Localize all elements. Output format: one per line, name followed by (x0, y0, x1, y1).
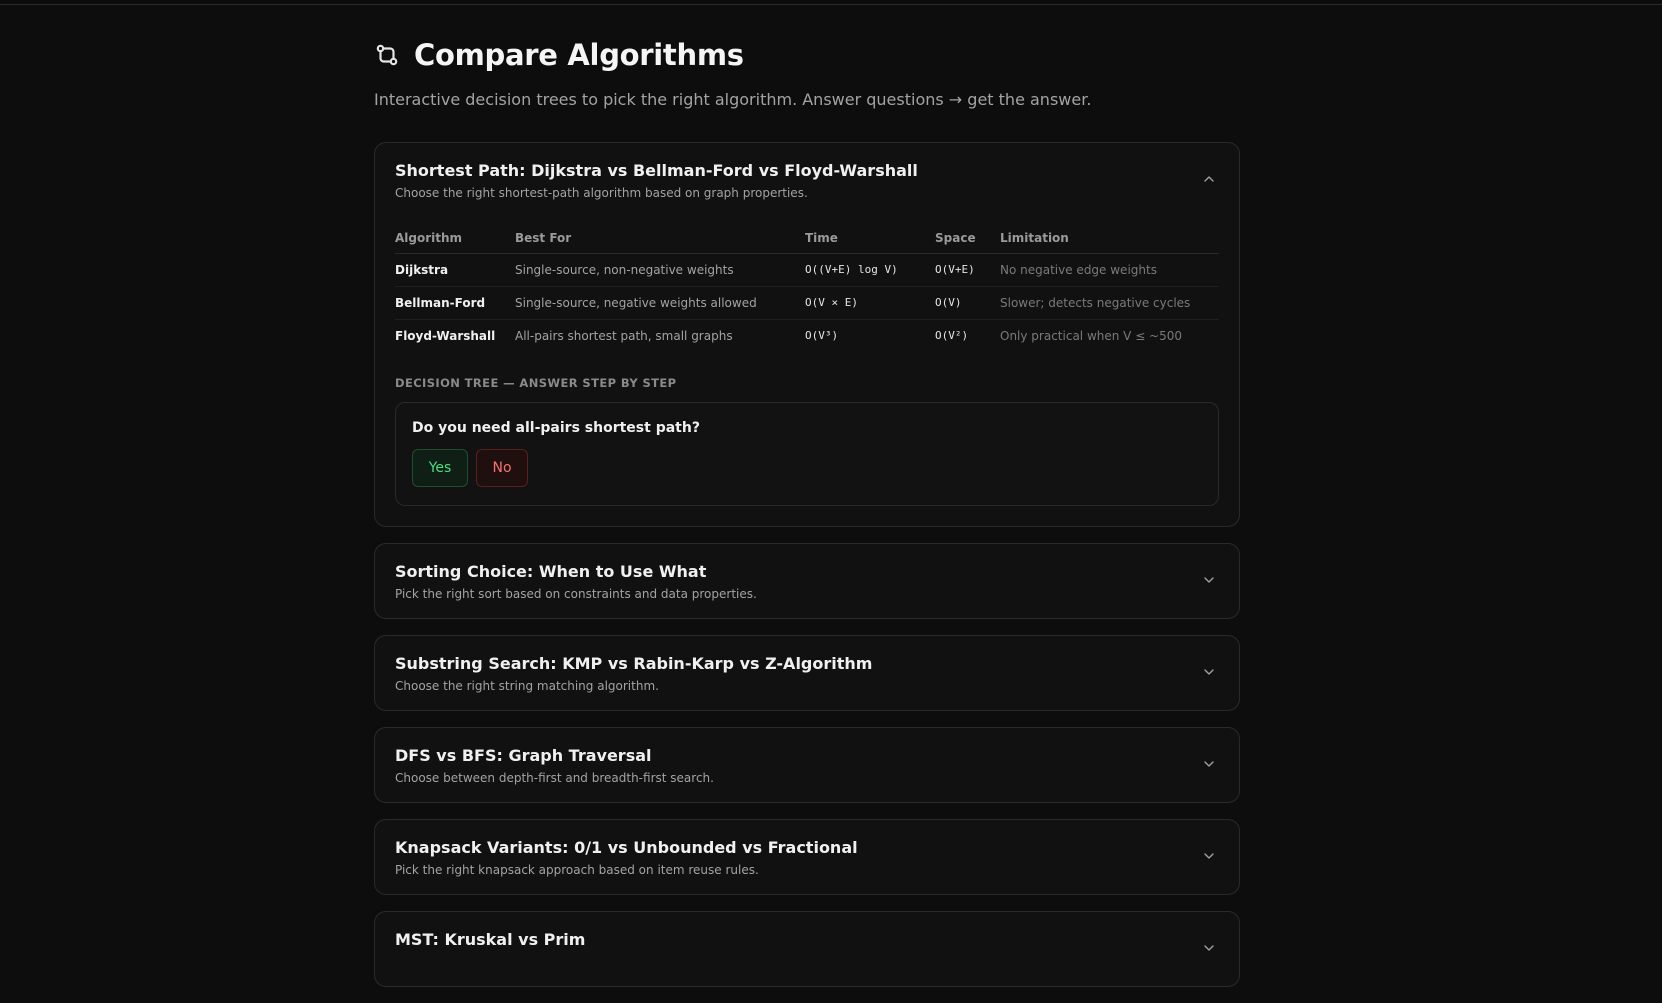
column-header-best-for: Best For (515, 221, 805, 254)
cell-best-for: Single-source, negative weights allowed (515, 286, 805, 320)
card-title: MST: Kruskal vs Prim (395, 930, 586, 949)
chevron-down-icon[interactable] (1201, 664, 1217, 680)
table-row: Dijkstra Single-source, non-negative wei… (395, 253, 1219, 287)
algorithm-comparison-table: Algorithm Best For Time Space Limitation… (395, 221, 1219, 352)
decision-question-box: Do you need all-pairs shortest path? Yes… (395, 402, 1219, 506)
cell-limitation: Only practical when V ≤ ~500 (1000, 328, 1183, 343)
decision-tree-label: DECISION TREE — ANSWER STEP BY STEP (395, 376, 677, 390)
card-header-sorting[interactable]: Sorting Choice: When to Use What Pick th… (375, 544, 1239, 618)
table-header-row: Algorithm Best For Time Space Limitation (395, 221, 1219, 254)
chevron-down-icon[interactable] (1201, 756, 1217, 772)
page-header: Compare Algorithms (374, 36, 1240, 74)
card-description: Choose between depth-first and breadth-f… (395, 771, 714, 785)
card-title: Knapsack Variants: 0/1 vs Unbounded vs F… (395, 838, 858, 857)
git-compare-icon (374, 42, 400, 68)
card-description: Pick the right sort based on constraints… (395, 587, 757, 601)
column-header-algorithm: Algorithm (395, 221, 515, 254)
cell-algorithm: Dijkstra (395, 253, 515, 287)
comparison-card-sorting: Sorting Choice: When to Use What Pick th… (374, 543, 1240, 619)
page-subtitle: Interactive decision trees to pick the r… (374, 90, 1092, 109)
card-header-shortest-path[interactable]: Shortest Path: Dijkstra vs Bellman-Ford … (375, 143, 1239, 221)
comparison-card-substring-search: Substring Search: KMP vs Rabin-Karp vs Z… (374, 635, 1240, 711)
chevron-up-icon[interactable] (1201, 171, 1217, 187)
card-header-substring-search[interactable]: Substring Search: KMP vs Rabin-Karp vs Z… (375, 636, 1239, 710)
cell-limitation: Slower; detects negative cycles (1000, 286, 1219, 320)
yes-button[interactable]: Yes (412, 449, 468, 487)
card-header-knapsack[interactable]: Knapsack Variants: 0/1 vs Unbounded vs F… (375, 820, 1239, 894)
column-header-space: Space (935, 221, 1000, 254)
no-button[interactable]: No (476, 449, 528, 487)
comparison-card-dfs-bfs: DFS vs BFS: Graph Traversal Choose betwe… (374, 727, 1240, 803)
top-divider (0, 4, 1662, 5)
table-row: Floyd-Warshall All-pairs shortest path, … (395, 319, 1219, 352)
cell-limitation: No negative edge weights (1000, 253, 1219, 287)
cell-algorithm: Bellman-Ford (395, 286, 515, 320)
card-title: Substring Search: KMP vs Rabin-Karp vs Z… (395, 654, 873, 673)
cell-time: O(V × E) (805, 286, 935, 320)
decision-question: Do you need all-pairs shortest path? (412, 420, 700, 436)
cell-space: O(V+E) (935, 253, 1000, 287)
chevron-down-icon[interactable] (1201, 572, 1217, 588)
column-header-time: Time (805, 221, 935, 254)
card-header-dfs-bfs[interactable]: DFS vs BFS: Graph Traversal Choose betwe… (375, 728, 1239, 802)
cell-time: O((V+E) log V) (805, 253, 935, 287)
comparison-card-shortest-path: Shortest Path: Dijkstra vs Bellman-Ford … (374, 142, 1240, 527)
cell-best-for: Single-source, non-negative weights (515, 253, 805, 287)
card-title: Sorting Choice: When to Use What (395, 562, 707, 581)
cell-algorithm: Floyd-Warshall (395, 328, 496, 343)
column-header-limitation: Limitation (1000, 221, 1219, 254)
table-row: Bellman-Ford Single-source, negative wei… (395, 286, 1219, 320)
page-title: Compare Algorithms (414, 38, 744, 72)
card-header-mst[interactable]: MST: Kruskal vs Prim (375, 912, 1239, 986)
cell-time: O(V³) (805, 329, 839, 343)
comparison-card-mst: MST: Kruskal vs Prim (374, 911, 1240, 987)
card-title: Shortest Path: Dijkstra vs Bellman-Ford … (395, 161, 918, 180)
main-content: Compare Algorithms Interactive decision … (374, 36, 1240, 1003)
chevron-down-icon[interactable] (1201, 848, 1217, 864)
card-description: Choose the right string matching algorit… (395, 679, 659, 693)
answer-buttons: Yes No (412, 449, 1202, 487)
card-description: Pick the right knapsack approach based o… (395, 863, 759, 877)
chevron-down-icon[interactable] (1201, 940, 1217, 956)
cell-best-for: All-pairs shortest path, small graphs (515, 328, 733, 343)
cell-space: O(V²) (935, 329, 969, 343)
card-description: Choose the right shortest-path algorithm… (395, 186, 808, 200)
card-title: DFS vs BFS: Graph Traversal (395, 746, 652, 765)
cell-space: O(V) (935, 286, 1000, 320)
comparison-list: Shortest Path: Dijkstra vs Bellman-Ford … (374, 142, 1240, 987)
comparison-card-knapsack: Knapsack Variants: 0/1 vs Unbounded vs F… (374, 819, 1240, 895)
